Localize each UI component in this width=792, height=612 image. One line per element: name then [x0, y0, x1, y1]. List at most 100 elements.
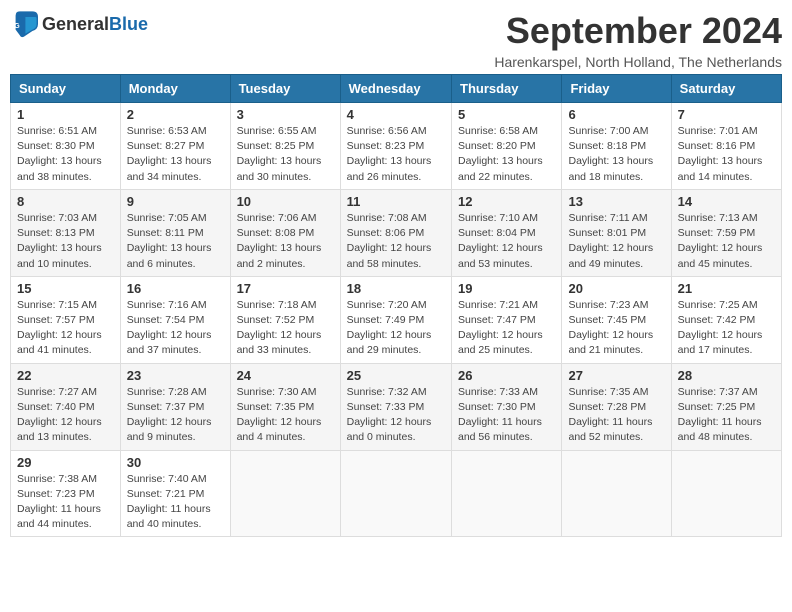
table-row: 17 Sunrise: 7:18 AM Sunset: 7:52 PM Dayl…: [230, 276, 340, 363]
daylight-label: Daylight: 12 hours and 4 minutes.: [237, 416, 322, 443]
sunrise-label: Sunrise: 7:08 AM: [347, 212, 427, 224]
day-info: Sunrise: 7:03 AM Sunset: 8:13 PM Dayligh…: [17, 211, 114, 272]
sunset-label: Sunset: 8:20 PM: [458, 140, 536, 152]
day-number: 30: [127, 455, 224, 470]
day-info: Sunrise: 7:01 AM Sunset: 8:16 PM Dayligh…: [678, 124, 775, 185]
day-info: Sunrise: 7:40 AM Sunset: 7:21 PM Dayligh…: [127, 472, 224, 533]
logo-general: General: [42, 14, 109, 34]
table-row: 11 Sunrise: 7:08 AM Sunset: 8:06 PM Dayl…: [340, 189, 451, 276]
daylight-label: Daylight: 12 hours and 21 minutes.: [568, 329, 653, 356]
day-info: Sunrise: 7:15 AM Sunset: 7:57 PM Dayligh…: [17, 298, 114, 359]
day-info: Sunrise: 6:58 AM Sunset: 8:20 PM Dayligh…: [458, 124, 555, 185]
day-number: 20: [568, 281, 664, 296]
table-row: 25 Sunrise: 7:32 AM Sunset: 7:33 PM Dayl…: [340, 363, 451, 450]
day-number: 13: [568, 194, 664, 209]
table-row: 22 Sunrise: 7:27 AM Sunset: 7:40 PM Dayl…: [11, 363, 121, 450]
sunrise-label: Sunrise: 7:30 AM: [237, 386, 317, 398]
page-header: G GeneralBlue September 2024 Harenkarspe…: [10, 10, 782, 70]
sunset-label: Sunset: 7:21 PM: [127, 488, 205, 500]
sunset-label: Sunset: 7:35 PM: [237, 401, 315, 413]
sunrise-label: Sunrise: 7:03 AM: [17, 212, 97, 224]
sunrise-label: Sunrise: 6:58 AM: [458, 125, 538, 137]
daylight-label: Daylight: 12 hours and 25 minutes.: [458, 329, 543, 356]
daylight-label: Daylight: 13 hours and 30 minutes.: [237, 155, 322, 182]
table-row: 19 Sunrise: 7:21 AM Sunset: 7:47 PM Dayl…: [452, 276, 562, 363]
sunrise-label: Sunrise: 7:27 AM: [17, 386, 97, 398]
day-number: 2: [127, 107, 224, 122]
sunrise-label: Sunrise: 7:28 AM: [127, 386, 207, 398]
sunset-label: Sunset: 7:25 PM: [678, 401, 756, 413]
table-row: [340, 450, 451, 537]
col-wednesday: Wednesday: [340, 75, 451, 103]
day-info: Sunrise: 7:25 AM Sunset: 7:42 PM Dayligh…: [678, 298, 775, 359]
sunset-label: Sunset: 7:23 PM: [17, 488, 95, 500]
day-info: Sunrise: 6:53 AM Sunset: 8:27 PM Dayligh…: [127, 124, 224, 185]
day-info: Sunrise: 7:20 AM Sunset: 7:49 PM Dayligh…: [347, 298, 445, 359]
sunset-label: Sunset: 8:30 PM: [17, 140, 95, 152]
day-info: Sunrise: 7:21 AM Sunset: 7:47 PM Dayligh…: [458, 298, 555, 359]
day-number: 18: [347, 281, 445, 296]
sunrise-label: Sunrise: 7:06 AM: [237, 212, 317, 224]
calendar-week-row: 8 Sunrise: 7:03 AM Sunset: 8:13 PM Dayli…: [11, 189, 782, 276]
sunset-label: Sunset: 7:52 PM: [237, 314, 315, 326]
day-number: 21: [678, 281, 775, 296]
sunset-label: Sunset: 8:25 PM: [237, 140, 315, 152]
month-year-title: September 2024: [494, 10, 782, 52]
table-row: 26 Sunrise: 7:33 AM Sunset: 7:30 PM Dayl…: [452, 363, 562, 450]
sunset-label: Sunset: 7:47 PM: [458, 314, 536, 326]
sunset-label: Sunset: 7:40 PM: [17, 401, 95, 413]
day-info: Sunrise: 7:11 AM Sunset: 8:01 PM Dayligh…: [568, 211, 664, 272]
day-info: Sunrise: 7:38 AM Sunset: 7:23 PM Dayligh…: [17, 472, 114, 533]
table-row: 10 Sunrise: 7:06 AM Sunset: 8:08 PM Dayl…: [230, 189, 340, 276]
sunset-label: Sunset: 7:49 PM: [347, 314, 425, 326]
col-thursday: Thursday: [452, 75, 562, 103]
day-info: Sunrise: 7:32 AM Sunset: 7:33 PM Dayligh…: [347, 385, 445, 446]
calendar-week-row: 1 Sunrise: 6:51 AM Sunset: 8:30 PM Dayli…: [11, 103, 782, 190]
day-info: Sunrise: 6:56 AM Sunset: 8:23 PM Dayligh…: [347, 124, 445, 185]
daylight-label: Daylight: 12 hours and 0 minutes.: [347, 416, 432, 443]
day-number: 8: [17, 194, 114, 209]
day-number: 12: [458, 194, 555, 209]
sunset-label: Sunset: 8:08 PM: [237, 227, 315, 239]
sunrise-label: Sunrise: 6:55 AM: [237, 125, 317, 137]
daylight-label: Daylight: 12 hours and 9 minutes.: [127, 416, 212, 443]
sunrise-label: Sunrise: 7:13 AM: [678, 212, 758, 224]
sunrise-label: Sunrise: 7:35 AM: [568, 386, 648, 398]
logo-blue: Blue: [109, 14, 148, 34]
day-number: 28: [678, 368, 775, 383]
sunset-label: Sunset: 8:16 PM: [678, 140, 756, 152]
sunrise-label: Sunrise: 7:37 AM: [678, 386, 758, 398]
sunrise-label: Sunrise: 7:18 AM: [237, 299, 317, 311]
sunset-label: Sunset: 7:54 PM: [127, 314, 205, 326]
daylight-label: Daylight: 12 hours and 45 minutes.: [678, 242, 763, 269]
daylight-label: Daylight: 12 hours and 53 minutes.: [458, 242, 543, 269]
day-number: 10: [237, 194, 334, 209]
daylight-label: Daylight: 11 hours and 40 minutes.: [127, 503, 211, 530]
table-row: 21 Sunrise: 7:25 AM Sunset: 7:42 PM Dayl…: [671, 276, 781, 363]
table-row: 20 Sunrise: 7:23 AM Sunset: 7:45 PM Dayl…: [562, 276, 671, 363]
daylight-label: Daylight: 12 hours and 58 minutes.: [347, 242, 432, 269]
daylight-label: Daylight: 13 hours and 26 minutes.: [347, 155, 432, 182]
sunrise-label: Sunrise: 7:01 AM: [678, 125, 758, 137]
day-number: 11: [347, 194, 445, 209]
logo-icon: G: [10, 10, 38, 38]
title-area: September 2024 Harenkarspel, North Holla…: [494, 10, 782, 70]
day-number: 23: [127, 368, 224, 383]
day-number: 19: [458, 281, 555, 296]
day-number: 17: [237, 281, 334, 296]
table-row: 7 Sunrise: 7:01 AM Sunset: 8:16 PM Dayli…: [671, 103, 781, 190]
day-number: 1: [17, 107, 114, 122]
daylight-label: Daylight: 11 hours and 52 minutes.: [568, 416, 652, 443]
daylight-label: Daylight: 13 hours and 34 minutes.: [127, 155, 212, 182]
calendar-table: Sunday Monday Tuesday Wednesday Thursday…: [10, 74, 782, 537]
sunset-label: Sunset: 7:42 PM: [678, 314, 756, 326]
table-row: 8 Sunrise: 7:03 AM Sunset: 8:13 PM Dayli…: [11, 189, 121, 276]
calendar-week-row: 15 Sunrise: 7:15 AM Sunset: 7:57 PM Dayl…: [11, 276, 782, 363]
sunrise-label: Sunrise: 7:11 AM: [568, 212, 647, 224]
day-info: Sunrise: 7:23 AM Sunset: 7:45 PM Dayligh…: [568, 298, 664, 359]
day-number: 14: [678, 194, 775, 209]
col-saturday: Saturday: [671, 75, 781, 103]
day-info: Sunrise: 7:30 AM Sunset: 7:35 PM Dayligh…: [237, 385, 334, 446]
day-number: 4: [347, 107, 445, 122]
day-number: 5: [458, 107, 555, 122]
